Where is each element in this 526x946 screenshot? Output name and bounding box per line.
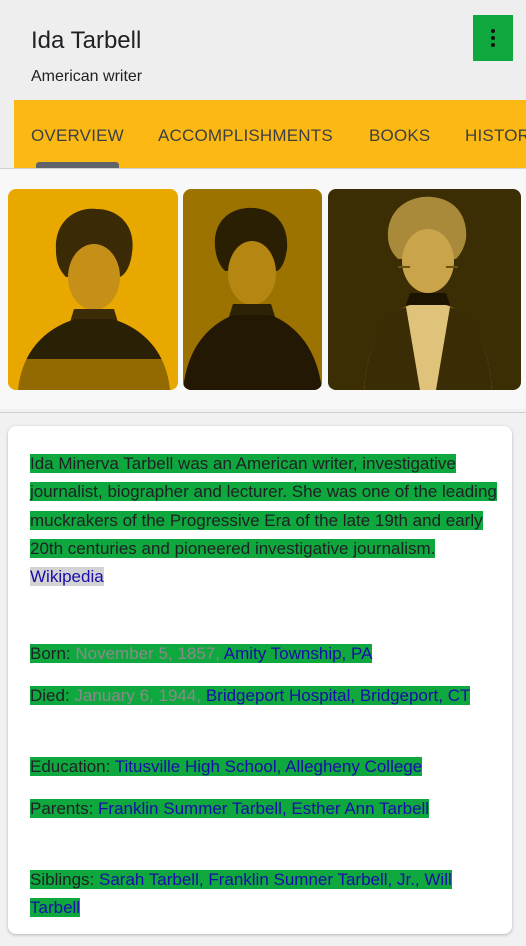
- info-card: Ida Minerva Tarbell was an American writ…: [8, 426, 512, 934]
- sibling-franklin-link[interactable]: Franklin Sumner Tarbell, Jr.,: [208, 870, 419, 889]
- more-options-button[interactable]: [473, 15, 513, 61]
- entity-subtitle: American writer: [31, 68, 143, 85]
- education-school-link[interactable]: Titusville High School,: [115, 757, 282, 776]
- parents-label: Parents:: [30, 799, 94, 818]
- siblings-label: Siblings:: [30, 870, 95, 889]
- portrait-image-2[interactable]: [183, 189, 322, 390]
- died-date-link[interactable]: January 6, 1944,: [74, 686, 201, 705]
- fact-parents: Parents: Franklin Summer Tarbell, Esther…: [30, 795, 500, 823]
- died-place-link[interactable]: Bridgeport Hospital, Bridgeport, CT: [206, 686, 471, 705]
- tab-overview[interactable]: OVERVIEW: [31, 126, 124, 146]
- education-college-link[interactable]: Allegheny College: [285, 757, 422, 776]
- died-label: Died:: [30, 686, 70, 705]
- fact-siblings: Siblings: Sarah Tarbell, Franklin Sumner…: [30, 866, 500, 923]
- knowledge-panel-header: Ida Tarbell American writer: [0, 0, 526, 100]
- tab-bar: OVERVIEW ACCOMPLISHMENTS BOOKS HISTORY: [14, 100, 526, 168]
- education-label: Education:: [30, 757, 111, 776]
- image-carousel: [0, 169, 526, 409]
- wikipedia-link[interactable]: Wikipedia: [30, 567, 104, 587]
- fact-born: Born: November 5, 1857, Amity Township, …: [30, 640, 500, 668]
- tab-accomplishments[interactable]: ACCOMPLISHMENTS: [158, 126, 333, 146]
- parent-father-link[interactable]: Franklin Summer Tarbell,: [98, 799, 287, 818]
- entity-title: Ida Tarbell: [31, 27, 142, 54]
- tab-history[interactable]: HISTORY: [465, 126, 526, 146]
- more-vert-icon: [491, 29, 495, 47]
- section-divider: [0, 412, 526, 413]
- fact-died: Died: January 6, 1944, Bridgeport Hospit…: [30, 682, 500, 710]
- description-text: Ida Minerva Tarbell was an American writ…: [30, 454, 497, 558]
- tab-books[interactable]: BOOKS: [369, 126, 430, 146]
- entity-description: Ida Minerva Tarbell was an American writ…: [30, 450, 500, 591]
- born-date-link[interactable]: November 5, 1857,: [75, 644, 220, 663]
- born-label: Born:: [30, 644, 71, 663]
- portrait-image-3[interactable]: [328, 189, 521, 390]
- parent-mother-link[interactable]: Esther Ann Tarbell: [291, 799, 429, 818]
- portrait-image-1[interactable]: [8, 189, 178, 390]
- sibling-sarah-link[interactable]: Sarah Tarbell,: [99, 870, 204, 889]
- fact-education: Education: Titusville High School, Alleg…: [30, 753, 500, 781]
- born-place-link[interactable]: Amity Township, PA: [224, 644, 373, 663]
